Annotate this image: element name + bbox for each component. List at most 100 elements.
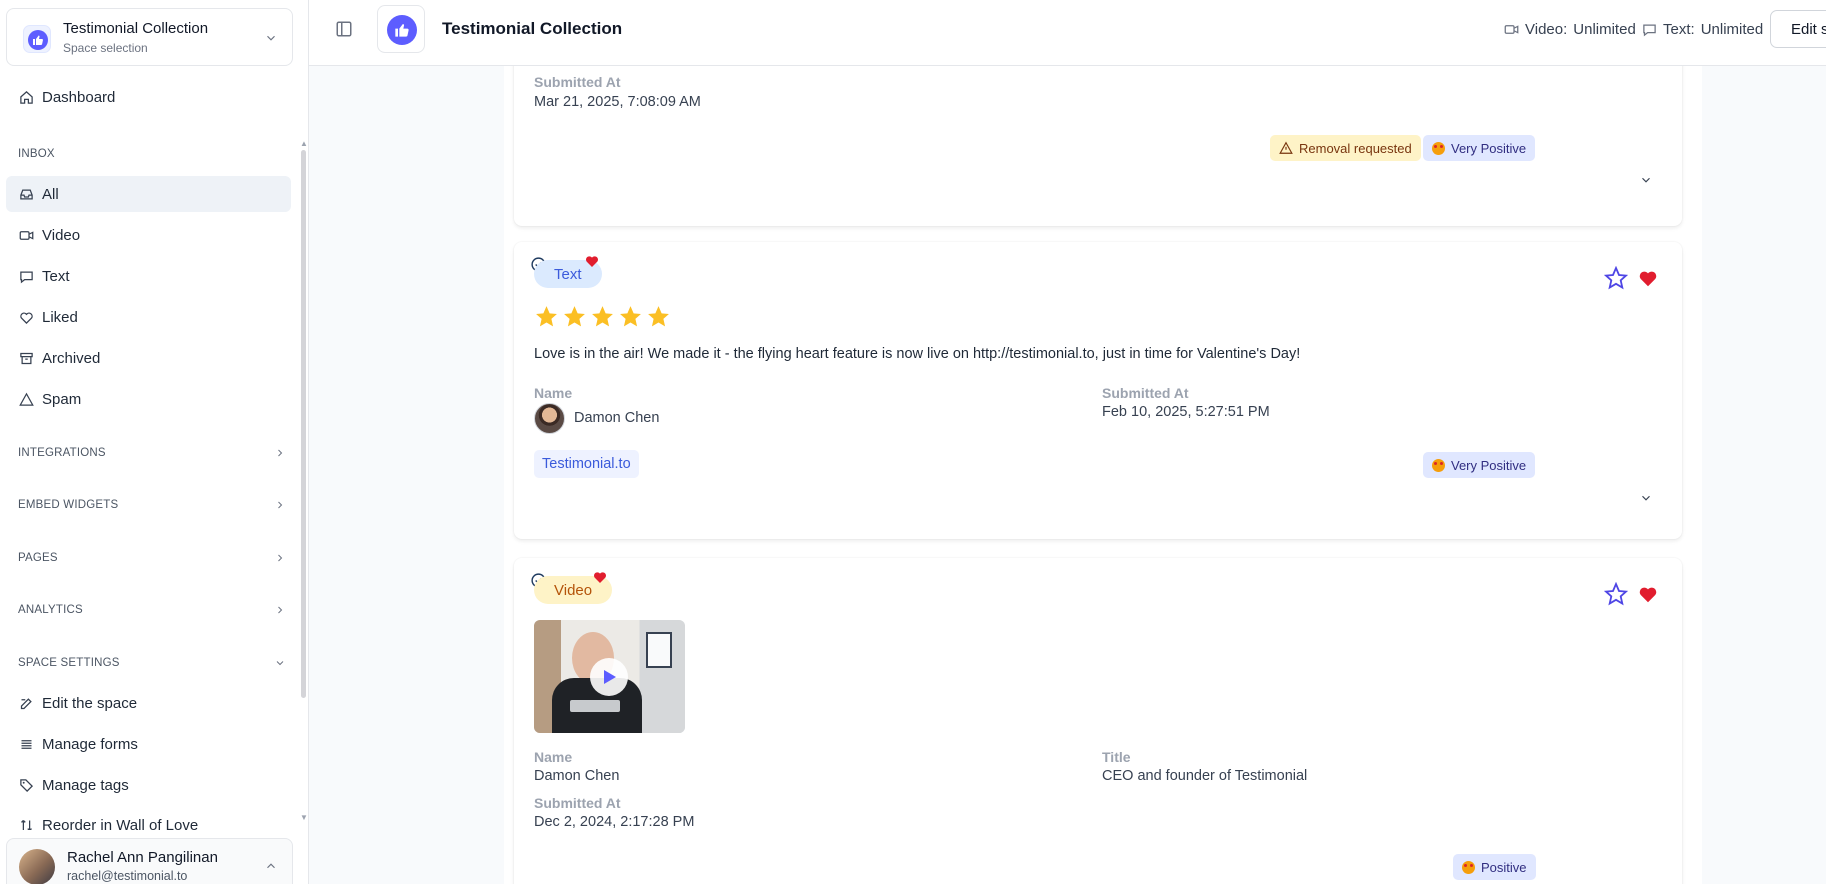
text-quota: Text: Unlimited [1642,21,1763,38]
nav-inbox-spam-label: Spam [42,390,82,408]
top-bar: Testimonial Collection Video: Unlimited … [309,0,1826,66]
video-camera-icon [1504,25,1519,34]
testimonial-card: Text Love is in the air! We made it - th… [514,242,1682,539]
star-filled-icon [620,306,641,327]
star-eyes-emoji-icon [1432,141,1445,155]
thumbs-up-icon [33,35,43,45]
section-pages[interactable]: PAGES [18,548,286,568]
star-filled-icon [648,306,669,327]
reviewer-name: Damon Chen [534,768,620,784]
heart-filled-icon [586,256,598,267]
edit-space-button[interactable]: Edit space [1770,10,1826,48]
star-filled-icon [536,306,557,327]
testimonial-list: Submitted At Mar 21, 2025, 7:08:09 AM Re… [504,66,1702,884]
nav-edit-space[interactable]: Edit the space [6,685,291,721]
message-icon [1643,24,1656,37]
space-subtitle: Space selection [63,41,148,55]
scroll-up-arrow[interactable]: ▲ [300,140,308,148]
reviewer-avatar [534,403,565,434]
sentiment-label: Positive [1481,859,1527,875]
section-embed-widgets[interactable]: EMBED WIDGETS [18,495,286,515]
reviewer-title: CEO and founder of Testimonial [1102,768,1308,784]
star-outline-icon[interactable] [1604,266,1628,290]
submitted-at-value: Dec 2, 2024, 2:17:28 PM [534,814,695,830]
heart-filled-icon [594,572,606,583]
section-analytics[interactable]: ANALYTICS [18,600,286,620]
nav-inbox-text[interactable]: Text [6,258,291,294]
sidebar-toggle-icon[interactable] [335,20,353,38]
video-quota: Video: Unlimited [1504,21,1636,38]
sidebar-scrollbar[interactable] [301,150,306,698]
name-label: Name [534,385,573,401]
nav-manage-tags-label: Manage tags [42,776,129,794]
main-content: Submitted At Mar 21, 2025, 7:08:09 AM Re… [309,66,1826,884]
tag-chip[interactable]: Testimonial.to [534,450,639,478]
heart-filled-icon[interactable] [1637,267,1659,289]
warning-icon [18,392,34,406]
nav-manage-forms-label: Manage forms [42,735,138,753]
chevron-down-icon [276,661,284,666]
section-embed-widgets-label: EMBED WIDGETS [18,499,119,511]
video-camera-icon [19,230,33,240]
thumbs-up-icon [395,24,409,37]
section-integrations-label: INTEGRATIONS [18,447,106,459]
reorder-icon [20,819,32,830]
user-name: Rachel Ann Pangilinan [67,849,218,866]
star-rating [534,304,671,329]
removal-requested-label: Removal requested [1299,140,1412,156]
user-avatar [19,849,55,884]
video-thumbnail[interactable] [534,620,685,733]
star-filled-icon [592,306,613,327]
nav-manage-forms[interactable]: Manage forms [6,726,291,762]
star-eyes-emoji-icon [1432,458,1445,472]
nav-inbox-archived-label: Archived [42,349,101,367]
sentiment-badge: Very Positive [1423,135,1536,161]
nav-inbox-text-label: Text [42,267,70,285]
page-title: Testimonial Collection [442,19,623,38]
video-quota-label: Video: [1525,21,1568,38]
heart-outline-icon [19,312,33,324]
sentiment-badge: Very Positive [1423,452,1536,478]
nav-manage-tags[interactable]: Manage tags [6,767,291,803]
star-outline-icon[interactable] [1604,582,1628,606]
video-quota-value: Unlimited [1573,21,1636,38]
list-icon [21,739,31,749]
sentiment-label: Very Positive [1451,140,1527,156]
submitted-at-label: Submitted At [534,795,621,811]
nav-dashboard[interactable]: Dashboard [6,79,291,115]
chevron-right-icon [278,606,283,614]
smile-emoji-icon [1462,860,1475,874]
space-title: Testimonial Collection [63,20,209,37]
space-selector[interactable]: Testimonial Collection Space selection [6,8,293,66]
nav-inbox-video-label: Video [42,226,81,244]
user-email: rachel@testimonial.to [67,869,188,883]
chevron-right-icon [278,554,283,562]
play-icon [604,670,616,684]
nav-reorder-wall[interactable]: Reorder in Wall of Love [6,808,291,830]
nav-inbox-all[interactable]: All [6,176,291,212]
nav-inbox-video[interactable]: Video [6,217,291,253]
scroll-down-arrow[interactable]: ▼ [300,814,308,822]
star-filled-icon [564,306,585,327]
testimonial-card: Video Name Damon Chen Title CEO and foun… [514,558,1682,884]
section-integrations[interactable]: INTEGRATIONS [18,443,286,463]
submitted-at-value: Mar 21, 2025, 7:08:09 AM [534,94,701,110]
reviewer-name: Damon Chen [574,410,660,426]
edit-space-label: Edit space [1791,20,1826,38]
nav-inbox-spam[interactable]: Spam [6,381,291,417]
section-space-settings[interactable]: SPACE SETTINGS [18,653,286,673]
play-button[interactable] [590,658,628,696]
tag-icon [19,778,33,792]
nav-inbox-liked-label: Liked [42,308,78,326]
title-label: Title [1102,749,1131,765]
chevron-down-icon[interactable] [1639,173,1653,187]
chevron-down-icon[interactable] [1639,491,1653,505]
submitted-at-label: Submitted At [534,74,621,90]
nav-inbox-archived[interactable]: Archived [6,340,291,376]
heart-filled-icon[interactable] [1637,583,1659,605]
nav-inbox-liked[interactable]: Liked [6,299,291,335]
name-label: Name [534,749,573,765]
user-menu[interactable]: Rachel Ann Pangilinan rachel@testimonial… [6,838,293,884]
inbox-section-label: INBOX [18,148,55,160]
testimonial-message: Love is in the air! We made it - the fly… [534,346,1301,362]
